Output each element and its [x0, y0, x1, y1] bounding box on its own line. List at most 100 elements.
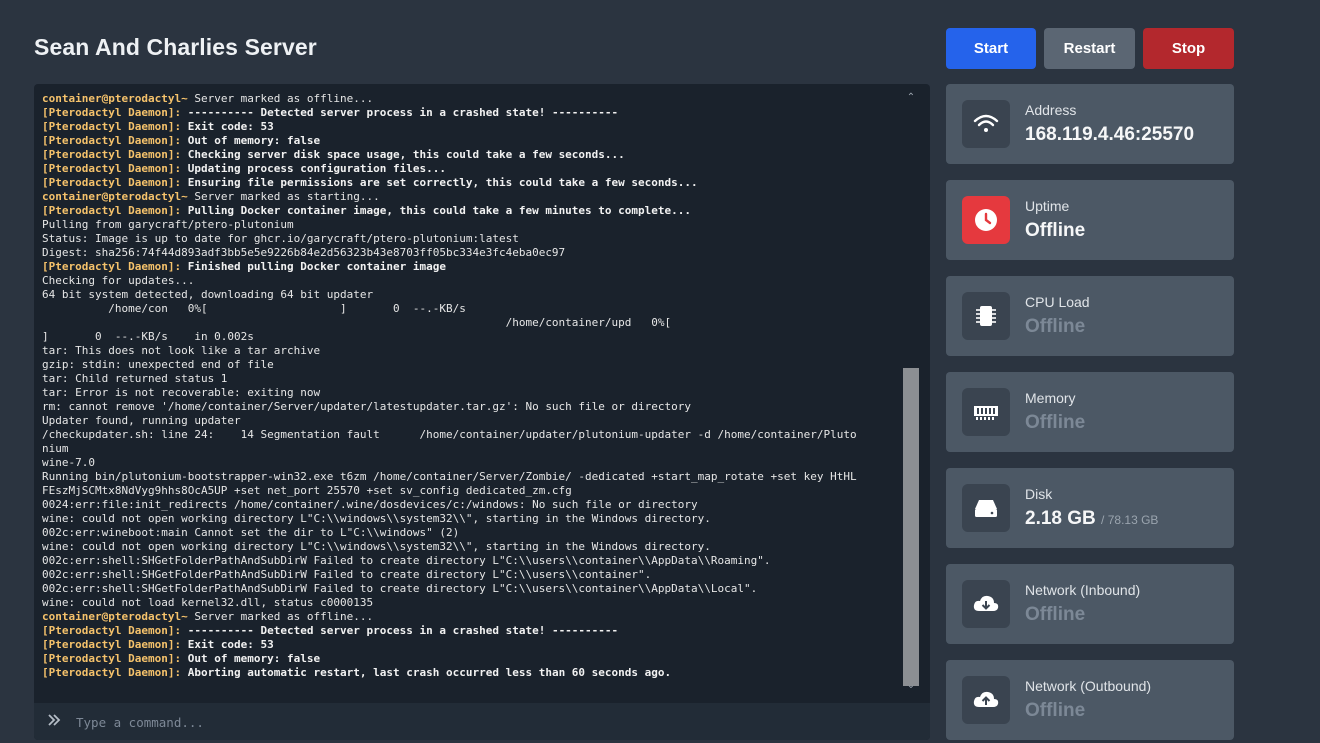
start-button[interactable]: Start	[946, 28, 1036, 69]
console-line-text: ---------- Detected server process in a …	[181, 106, 619, 119]
console-line-text: wine: could not open working directory L…	[42, 540, 711, 553]
console-line: [Pterodactyl Daemon]: Out of memory: fal…	[42, 134, 902, 148]
console-line-prefix: [Pterodactyl Daemon]:	[42, 106, 182, 119]
console-line: tar: Error is not recoverable: exiting n…	[42, 386, 902, 400]
console-line-prefix: container@pterodactyl~	[42, 610, 188, 623]
console-line-prefix: [Pterodactyl Daemon]:	[42, 260, 182, 273]
console-line-text: 002c:err:shell:SHGetFolderPathAndSubDirW…	[42, 568, 652, 581]
console-line: 002c:err:shell:SHGetFolderPathAndSubDirW…	[42, 568, 902, 582]
console-line-prefix: [Pterodactyl Daemon]:	[42, 638, 182, 651]
console-line: Status: Image is up to date for ghcr.io/…	[42, 232, 902, 246]
console-line-text: Pulling from garycraft/ptero-plutonium	[42, 218, 294, 231]
console-line-text: Server marked as offline...	[187, 610, 374, 623]
cpu-label: CPU Load	[1025, 294, 1090, 310]
console-line: container@pterodactyl~ Server marked as …	[42, 92, 902, 106]
console-line-prefix: container@pterodactyl~	[42, 190, 188, 203]
console-line-text: /checkupdater.sh: line 24: 14 Segmentati…	[42, 428, 857, 441]
memory-label: Memory	[1025, 390, 1076, 406]
console-line-prefix: [Pterodactyl Daemon]:	[42, 134, 182, 147]
scroll-up-icon[interactable]: ⌃	[904, 92, 918, 104]
console-panel: container@pterodactyl~ Server marked as …	[34, 84, 930, 740]
console-line: gzip: stdin: unexpected end of file	[42, 358, 902, 372]
cloud-download-icon	[962, 580, 1010, 628]
disk-used: 2.18 GB	[1025, 508, 1096, 529]
console-line-text: 64 bit system detected, downloading 64 b…	[42, 288, 374, 301]
disk-label: Disk	[1025, 486, 1053, 502]
console-line-prefix: container@pterodactyl~	[42, 92, 188, 105]
console-line-text: Exit code: 53	[181, 638, 274, 651]
console-line-prefix: [Pterodactyl Daemon]:	[42, 176, 182, 189]
console-line: [Pterodactyl Daemon]: Exit code: 53	[42, 638, 902, 652]
network-in-label: Network (Inbound)	[1025, 582, 1141, 598]
console-line: Running bin/plutonium-bootstrapper-win32…	[42, 470, 902, 484]
console-line: Digest: sha256:74f44d893adf3bb5e5e9226b8…	[42, 246, 902, 260]
chip-icon	[962, 292, 1010, 340]
restart-button[interactable]: Restart	[1044, 28, 1135, 69]
hard-drive-icon	[962, 484, 1010, 532]
memory-value: Offline	[1025, 412, 1086, 433]
console-line: tar: Child returned status 1	[42, 372, 902, 386]
console-line-text: Out of memory: false	[181, 652, 321, 665]
console-line-text: Exit code: 53	[181, 120, 274, 133]
chevrons-right-icon	[34, 713, 74, 731]
network-out-value: Offline	[1025, 700, 1086, 721]
console-line-text: ---------- Detected server process in a …	[181, 624, 619, 637]
console-line-text: ] 0 --.-KB/s in 0.002s	[42, 330, 254, 343]
address-label: Address	[1025, 102, 1077, 118]
console-line-text: wine: could not load kernel32.dll, statu…	[42, 596, 374, 609]
disk-limit: / 78.13 GB	[1101, 513, 1159, 527]
console-line: [Pterodactyl Daemon]: Finished pulling D…	[42, 260, 902, 274]
console-line: container@pterodactyl~ Server marked as …	[42, 610, 902, 624]
console-line-prefix: [Pterodactyl Daemon]:	[42, 148, 182, 161]
console-line: tar: This does not look like a tar archi…	[42, 344, 902, 358]
clock-icon	[962, 196, 1010, 244]
console-line-prefix: [Pterodactyl Daemon]:	[42, 204, 182, 217]
console-line: wine: could not load kernel32.dll, statu…	[42, 596, 902, 610]
console-line-text: tar: This does not look like a tar archi…	[42, 344, 321, 357]
console-line: wine: could not open working directory L…	[42, 540, 902, 554]
network-out-label: Network (Outbound)	[1025, 678, 1152, 694]
console-line-text: 002c:err:shell:SHGetFolderPathAndSubDirW…	[42, 582, 758, 595]
scroll-thumb[interactable]	[903, 368, 919, 686]
memory-icon	[962, 388, 1010, 436]
address-value: 168.119.4.46:25570	[1025, 124, 1195, 145]
network-in-value: Offline	[1025, 604, 1086, 625]
console-line-text: Checking for updates...	[42, 274, 195, 287]
console-line: rm: cannot remove '/home/container/Serve…	[42, 400, 902, 414]
console-line: 002c:err:shell:SHGetFolderPathAndSubDirW…	[42, 554, 902, 568]
console-line: [Pterodactyl Daemon]: ---------- Detecte…	[42, 106, 902, 120]
console-line-text: /home/con 0%[ ] 0 --.-KB/s	[42, 302, 466, 315]
console-line-text: Ensuring file permissions are set correc…	[181, 176, 698, 189]
console-line: nium	[42, 442, 902, 456]
stat-card-network-inbound: Network (Inbound) Offline	[946, 564, 1234, 644]
console-line: Updater found, running updater	[42, 414, 902, 428]
command-bar	[34, 702, 930, 740]
command-input[interactable]	[74, 713, 930, 731]
console-line: wine: could not open working directory L…	[42, 512, 902, 526]
stop-button[interactable]: Stop	[1143, 28, 1234, 69]
console-line-text: Digest: sha256:74f44d893adf3bb5e5e9226b8…	[42, 246, 566, 259]
server-title: Sean And Charlies Server	[34, 34, 317, 60]
console-scrollbar[interactable]: ⌃ ⌄	[902, 92, 920, 694]
console-line: [Pterodactyl Daemon]: Pulling Docker con…	[42, 204, 902, 218]
console-line-prefix: [Pterodactyl Daemon]:	[42, 120, 182, 133]
uptime-label: Uptime	[1025, 198, 1070, 214]
console-line-text: Updater found, running updater	[42, 414, 241, 427]
console-line-prefix: [Pterodactyl Daemon]:	[42, 652, 182, 665]
console-line-text: rm: cannot remove '/home/container/Serve…	[42, 400, 692, 413]
stat-card-address: Address 168.119.4.46:25570	[946, 84, 1234, 164]
stat-card-network-outbound: Network (Outbound) Offline	[946, 660, 1234, 740]
console-line: [Pterodactyl Daemon]: Updating process c…	[42, 162, 902, 176]
console-line-text: Out of memory: false	[181, 134, 321, 147]
scroll-down-icon[interactable]: ⌄	[904, 680, 918, 692]
console-line-text: Server marked as offline...	[187, 92, 374, 105]
console-line: [Pterodactyl Daemon]: Aborting automatic…	[42, 666, 902, 680]
stat-card-uptime: Uptime Offline	[946, 180, 1234, 260]
stat-card-memory: Memory Offline	[946, 372, 1234, 452]
stat-card-cpu: CPU Load Offline	[946, 276, 1234, 356]
console-line: wine-7.0	[42, 456, 902, 470]
console-line: 64 bit system detected, downloading 64 b…	[42, 288, 902, 302]
console-line-prefix: [Pterodactyl Daemon]:	[42, 162, 182, 175]
console-line-prefix: [Pterodactyl Daemon]:	[42, 666, 182, 679]
wifi-icon	[962, 100, 1010, 148]
